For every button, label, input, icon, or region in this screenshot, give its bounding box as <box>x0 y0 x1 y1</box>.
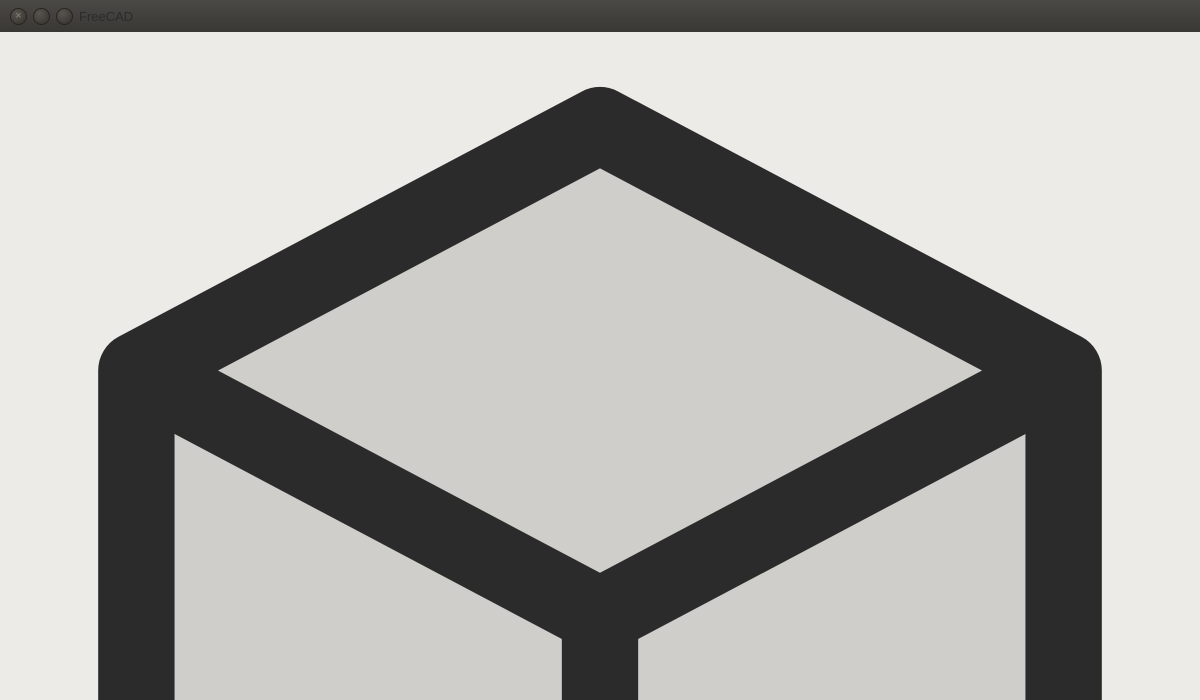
window-maximize-button[interactable] <box>56 7 73 25</box>
window-title: FreeCAD <box>79 8 134 24</box>
window-minimize-button[interactable] <box>33 7 50 25</box>
titlebar[interactable]: × FreeCAD <box>0 0 1200 32</box>
close-icon: × <box>15 9 22 22</box>
freecad-window: × FreeCAD ✂ ↶ ▾ ↷ ▾ ⟳ Part Design ▴▾ ? <box>0 0 1200 700</box>
standard-toolbar: ✂ ↶ ▾ ↷ ▾ ⟳ Part Design ▴▾ ? <box>0 0 1200 700</box>
window-close-button[interactable]: × <box>10 7 27 25</box>
